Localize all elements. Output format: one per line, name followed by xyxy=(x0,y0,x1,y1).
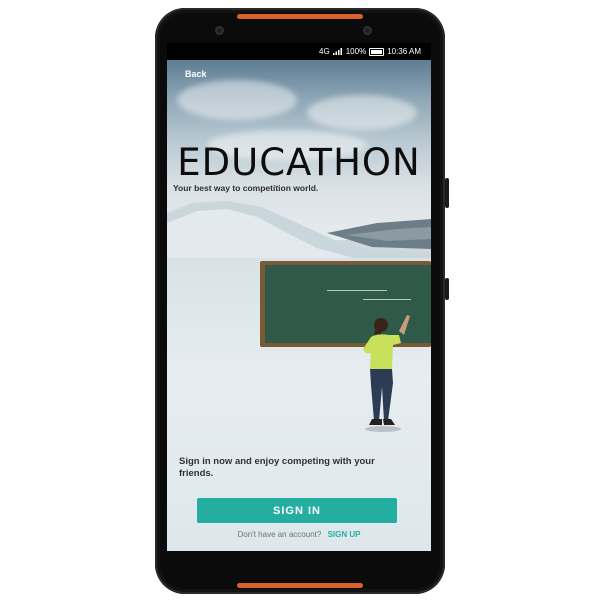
promo-text: Sign in now and enjoy competing with you… xyxy=(179,456,375,479)
battery-icon xyxy=(369,47,385,56)
tagline: Your best way to competition world. xyxy=(173,183,319,193)
status-bar: 4G 100% 10:36 AM xyxy=(167,43,431,60)
back-button[interactable]: Back xyxy=(185,69,207,79)
student-figure-image xyxy=(363,315,410,432)
chalk-writing xyxy=(363,299,411,300)
app-screen: 4G 100% 10:36 AM Back EDUCATHON Your bes… xyxy=(167,43,431,551)
top-accent-strip xyxy=(237,14,363,19)
volume-button xyxy=(445,178,449,208)
power-button xyxy=(445,278,449,300)
signup-row: Don't have an account? SIGN UP xyxy=(167,530,431,539)
app-title: EDUCATHON xyxy=(177,141,421,184)
clock: 10:36 AM xyxy=(387,47,421,56)
network-label: 4G xyxy=(319,47,330,56)
sign-up-link[interactable]: SIGN UP xyxy=(328,530,361,539)
bottom-accent-strip xyxy=(237,583,363,588)
account-prompt: Don't have an account? xyxy=(237,530,322,539)
front-camera-icon xyxy=(363,26,372,35)
chalk-writing xyxy=(327,290,387,291)
sign-in-button[interactable]: SIGN IN xyxy=(197,498,397,523)
battery-percent: 100% xyxy=(345,47,367,56)
front-sensor-icon xyxy=(215,26,224,35)
signal-bars-icon xyxy=(332,48,343,55)
